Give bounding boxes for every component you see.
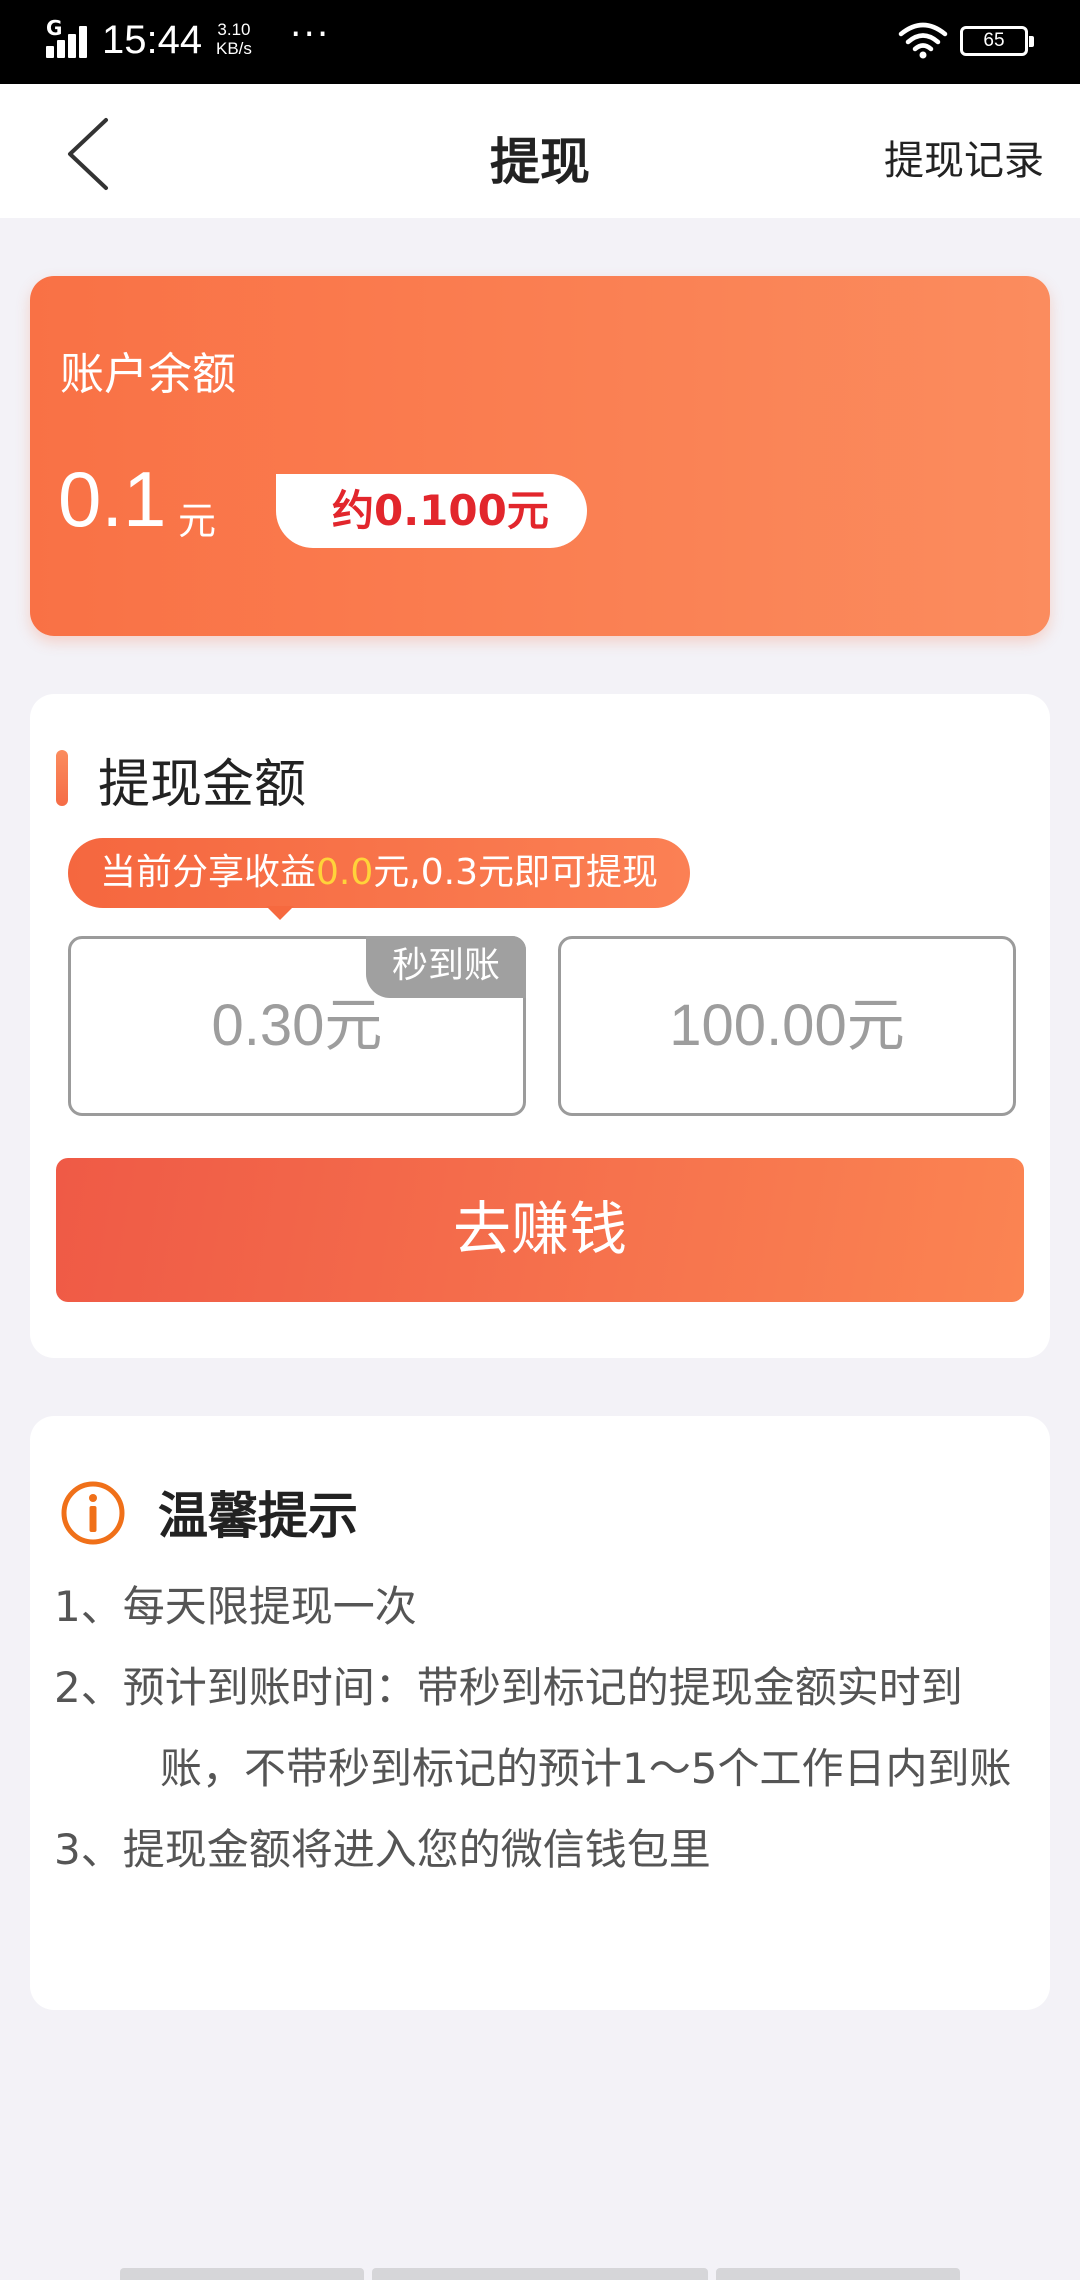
network-speed: 3.10 KB/s	[216, 20, 252, 58]
balance-card: 账户余额 0.1 元 约0.100元	[30, 276, 1050, 636]
tip-suffix: 元,0.3元即可提现	[373, 852, 658, 893]
earnings-tip-bubble: 当前分享收益0.0元,0.3元即可提现	[68, 838, 690, 908]
balance-label: 账户余额	[60, 349, 236, 400]
section-title: 提现金额	[98, 755, 307, 815]
bottom-indicator	[716, 2268, 960, 2280]
network-speed-value: 3.10	[217, 20, 251, 39]
bottom-indicator	[372, 2268, 708, 2280]
info-icon	[61, 1481, 125, 1545]
withdraw-record-link[interactable]: 提现记录	[884, 128, 1044, 186]
tip-item: 2、预计到账时间：带秒到标记的提现金额实时到账，不带秒到标记的预计1～5个工作日…	[54, 1663, 1012, 1793]
bottom-indicator	[120, 2268, 364, 2280]
balance-value: 0.1	[58, 455, 167, 543]
status-time: 15:44	[102, 18, 203, 62]
tips-title: 温馨提示	[158, 1487, 358, 1545]
tips-list: 1、每天限提现一次 2、预计到账时间：带秒到标记的提现金额实时到账，不带秒到标记…	[54, 1566, 1034, 1890]
tip-pointer	[266, 906, 294, 920]
tip-item: 3、提现金额将进入您的微信钱包里	[54, 1825, 711, 1874]
amount-option-label: 100.00元	[669, 993, 905, 1058]
network-speed-unit: KB/s	[216, 39, 252, 58]
balance-approx-badge: 约0.100元	[276, 474, 587, 548]
instant-arrival-badge: 秒到账	[366, 936, 526, 998]
nav-bar: 提现 提现记录	[0, 84, 1080, 218]
balance-unit: 元	[178, 499, 217, 543]
tip-amount: 0.0	[316, 852, 374, 893]
amount-option-label: 0.30元	[211, 993, 383, 1058]
tip-item: 1、每天限提现一次	[54, 1582, 417, 1631]
amount-option-0-30[interactable]: 0.30元 秒到账	[68, 936, 526, 1116]
earn-money-button[interactable]: 去赚钱	[56, 1158, 1024, 1302]
more-notifications-icon: ···	[290, 14, 331, 55]
status-bar: G 15:44 3.10 KB/s ··· 65	[0, 0, 1080, 84]
amount-option-100[interactable]: 100.00元	[558, 936, 1016, 1116]
signal-icon	[44, 22, 94, 60]
battery-icon: 65	[960, 26, 1034, 56]
section-marker	[56, 750, 68, 806]
withdraw-amount-card: 提现金额 当前分享收益0.0元,0.3元即可提现 0.30元 秒到账 100.0…	[30, 694, 1050, 1358]
tips-card: 温馨提示 1、每天限提现一次 2、预计到账时间：带秒到标记的提现金额实时到账，不…	[30, 1416, 1050, 2010]
wifi-icon	[898, 22, 948, 59]
tip-prefix: 当前分享收益	[100, 852, 317, 893]
